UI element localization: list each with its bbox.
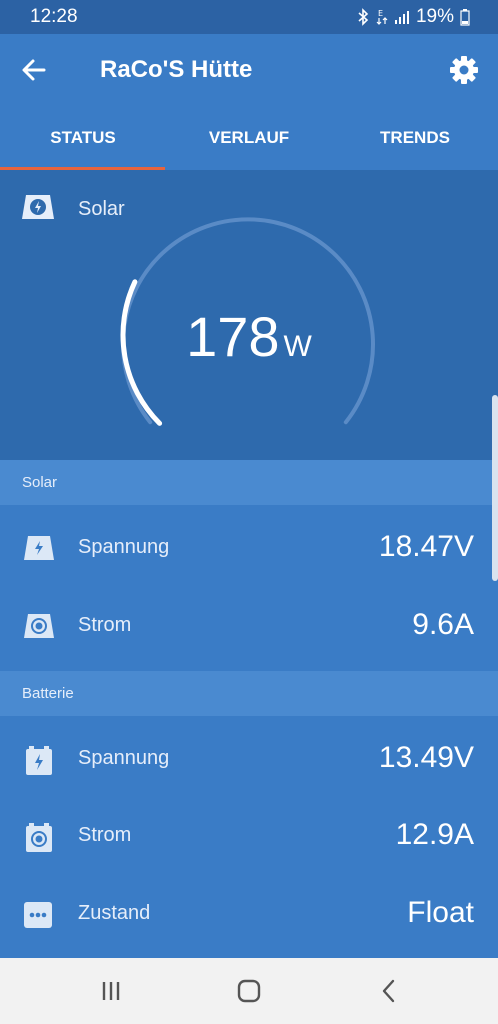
- clock: 12:28: [30, 6, 78, 27]
- signal-icon: [394, 11, 409, 24]
- bluetooth-icon: [358, 8, 369, 26]
- row-value: 9.6A: [412, 608, 474, 641]
- list-item-solar-strom[interactable]: Strom 9.6A: [0, 590, 498, 668]
- row-label: Spannung: [78, 536, 170, 558]
- battery-icon: [460, 9, 470, 26]
- row-value: 13.49V: [378, 741, 474, 774]
- recent-apps-icon[interactable]: [96, 976, 126, 1006]
- row-label: Strom: [78, 614, 132, 636]
- back-arrow-icon[interactable]: [20, 56, 48, 84]
- system-status-bar: 12:28 E 19%: [0, 0, 498, 34]
- battery-bolt-icon: [26, 746, 52, 775]
- row-value: Float: [407, 896, 474, 929]
- row-label: Zustand: [78, 902, 151, 924]
- row-value: 12.9A: [395, 818, 474, 851]
- list-item-batterie-spannung[interactable]: Spannung 13.49V: [0, 723, 498, 801]
- scrollbar[interactable]: [492, 395, 498, 581]
- tab-trends[interactable]: TRENDS: [332, 112, 498, 170]
- row-value: 18.47V: [378, 530, 474, 563]
- gauge-value: 178 W: [0, 304, 498, 369]
- section-header-batterie: Batterie: [0, 671, 498, 716]
- solar-power-gauge-card: Solar 178 W: [0, 170, 498, 460]
- data-transfer-icon: E: [376, 9, 388, 25]
- tab-bar: STATUS VERLAUF TRENDS: [0, 112, 498, 170]
- section-header-solar: Solar: [0, 460, 498, 505]
- solar-panel-icon: [22, 195, 54, 219]
- back-nav-icon[interactable]: [374, 976, 404, 1006]
- system-navigation-bar: [0, 958, 498, 1024]
- app-bar: RaCo'S Hütte STATUS VERLAUF TRENDS: [0, 34, 498, 171]
- row-label: Strom: [78, 824, 132, 846]
- list-item-solar-spannung[interactable]: Spannung 18.47V: [0, 512, 498, 590]
- list-item-batterie-strom[interactable]: Strom 12.9A: [0, 800, 498, 878]
- state-dots-icon: [24, 902, 52, 928]
- tab-verlauf[interactable]: VERLAUF: [166, 112, 332, 170]
- power-value: 178: [186, 305, 280, 368]
- tab-status[interactable]: STATUS: [0, 112, 166, 170]
- section-title: Batterie: [22, 685, 74, 702]
- home-icon[interactable]: [234, 976, 264, 1006]
- gear-icon[interactable]: [448, 54, 480, 86]
- battery-current-icon: [26, 823, 52, 852]
- status-icons: E 19%: [356, 6, 470, 28]
- row-label: Spannung: [78, 747, 170, 769]
- page-title: RaCo'S Hütte: [100, 56, 253, 83]
- battery-percentage: 19%: [415, 6, 454, 27]
- solar-bolt-icon: [24, 536, 54, 560]
- svg-text:E: E: [378, 9, 383, 18]
- power-unit: W: [283, 330, 312, 363]
- solar-current-icon: [24, 614, 54, 638]
- section-title: Solar: [22, 474, 58, 491]
- list-item-batterie-zustand[interactable]: Zustand Float: [0, 878, 498, 956]
